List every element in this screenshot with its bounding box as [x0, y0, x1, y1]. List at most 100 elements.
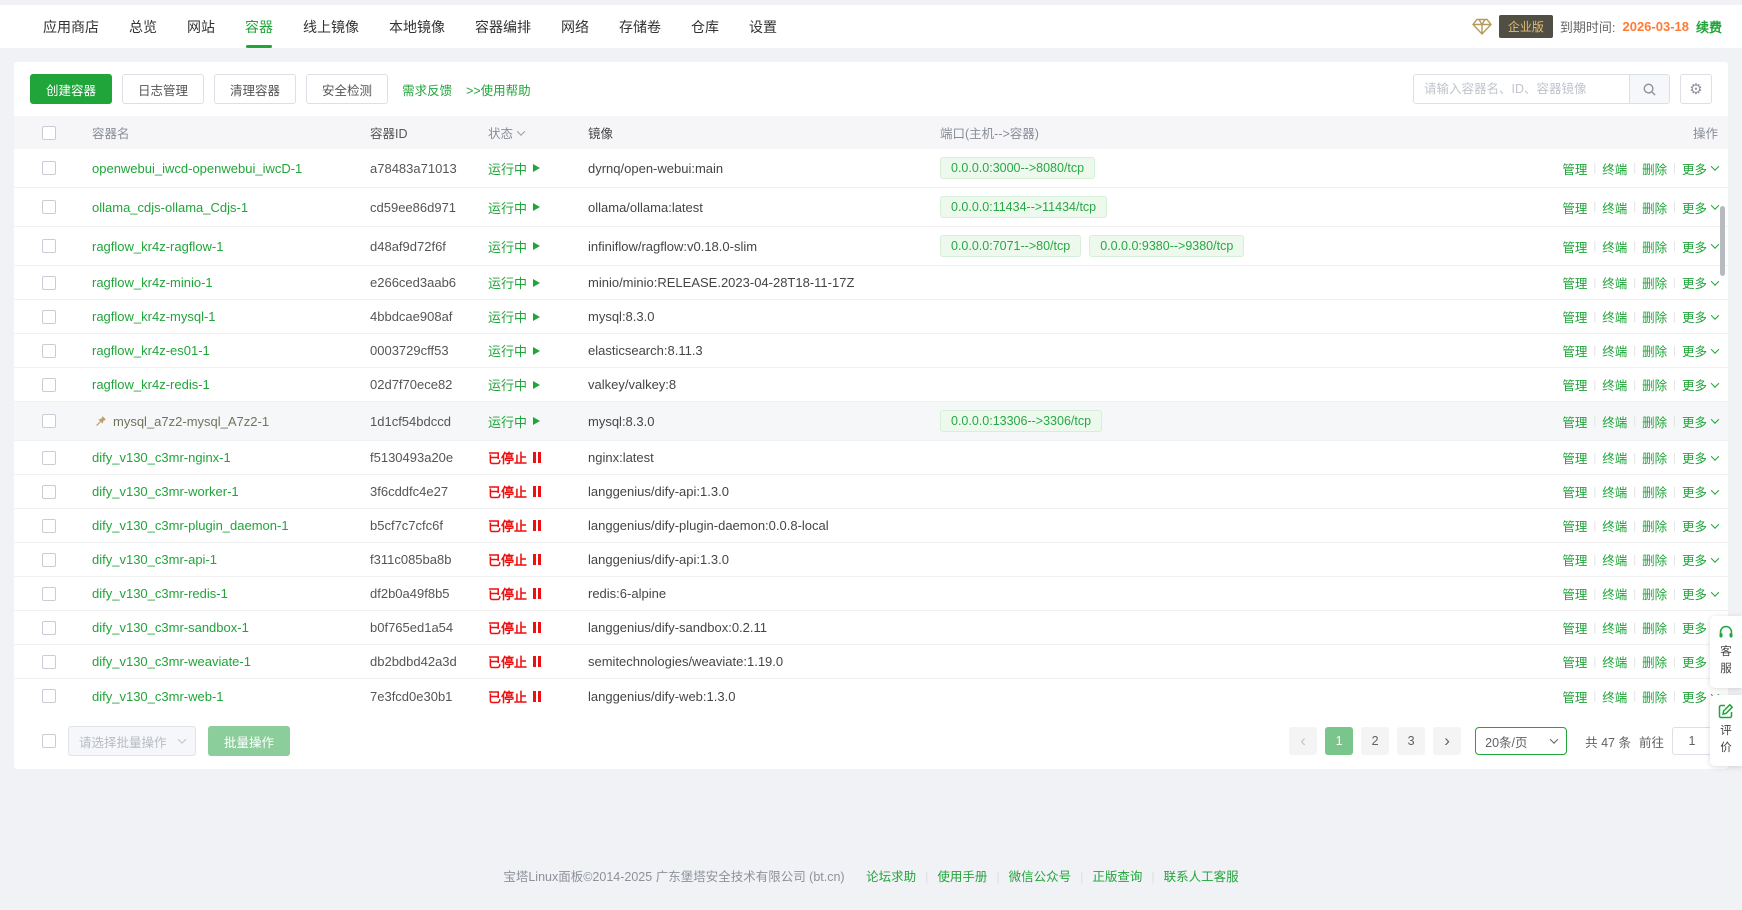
- search-button[interactable]: [1629, 75, 1669, 103]
- help-link[interactable]: >>使用帮助: [466, 80, 531, 99]
- container-name-link[interactable]: dify_v130_c3mr-plugin_daemon-1: [92, 518, 289, 533]
- action-more-link[interactable]: 更多: [1682, 448, 1718, 467]
- action-manage-link[interactable]: 管理: [1562, 482, 1587, 501]
- container-name-link[interactable]: ragflow_kr4z-es01-1: [92, 343, 210, 358]
- action-manage-link[interactable]: 管理: [1562, 448, 1587, 467]
- action-more-link[interactable]: 更多: [1682, 412, 1718, 431]
- action-delete-link[interactable]: 删除: [1642, 618, 1667, 637]
- nav-item-10[interactable]: 仓库: [676, 5, 734, 48]
- action-delete-link[interactable]: 删除: [1642, 687, 1667, 706]
- batch-select-all-checkbox[interactable]: [42, 734, 56, 748]
- action-terminal-link[interactable]: 终端: [1602, 198, 1627, 217]
- page-button-3[interactable]: 3: [1397, 727, 1425, 755]
- container-name-link[interactable]: ragflow_kr4z-minio-1: [92, 275, 213, 290]
- action-manage-link[interactable]: 管理: [1562, 652, 1587, 671]
- action-delete-link[interactable]: 删除: [1642, 516, 1667, 535]
- container-name-link[interactable]: dify_v130_c3mr-redis-1: [92, 586, 228, 601]
- action-delete-link[interactable]: 删除: [1642, 159, 1667, 178]
- nav-item-7[interactable]: 容器编排: [460, 5, 546, 48]
- row-checkbox[interactable]: [42, 689, 56, 703]
- action-manage-link[interactable]: 管理: [1562, 516, 1587, 535]
- nav-item-4[interactable]: 容器: [230, 5, 288, 48]
- table-settings-button[interactable]: ⚙: [1680, 74, 1712, 104]
- page-button-1[interactable]: 1: [1325, 727, 1353, 755]
- row-checkbox[interactable]: [42, 310, 56, 324]
- action-terminal-link[interactable]: 终端: [1602, 159, 1627, 178]
- action-terminal-link[interactable]: 终端: [1602, 482, 1627, 501]
- action-terminal-link[interactable]: 终端: [1602, 412, 1627, 431]
- action-manage-link[interactable]: 管理: [1562, 273, 1587, 292]
- action-delete-link[interactable]: 删除: [1642, 448, 1667, 467]
- row-checkbox[interactable]: [42, 378, 56, 392]
- action-delete-link[interactable]: 删除: [1642, 412, 1667, 431]
- action-more-link[interactable]: 更多: [1682, 482, 1718, 501]
- row-checkbox[interactable]: [42, 200, 56, 214]
- batch-action-select[interactable]: 请选择批量操作: [68, 726, 196, 756]
- nav-item-1[interactable]: 应用商店: [28, 5, 114, 48]
- action-manage-link[interactable]: 管理: [1562, 687, 1587, 706]
- create-container-button[interactable]: 创建容器: [30, 74, 112, 104]
- action-more-link[interactable]: 更多: [1682, 198, 1718, 217]
- container-name-link[interactable]: ollama_cdjs-ollama_Cdjs-1: [92, 200, 248, 215]
- action-manage-link[interactable]: 管理: [1562, 307, 1587, 326]
- action-delete-link[interactable]: 删除: [1642, 550, 1667, 569]
- action-manage-link[interactable]: 管理: [1562, 341, 1587, 360]
- select-all-checkbox[interactable]: [42, 126, 56, 140]
- footer-link-2[interactable]: 使用手册: [937, 870, 987, 884]
- table-scrollbar-thumb[interactable]: [1720, 206, 1725, 276]
- action-terminal-link[interactable]: 终端: [1602, 448, 1627, 467]
- footer-link-5[interactable]: 联系人工客服: [1164, 870, 1239, 884]
- footer-link-1[interactable]: 论坛求助: [866, 870, 916, 884]
- action-terminal-link[interactable]: 终端: [1602, 341, 1627, 360]
- action-delete-link[interactable]: 删除: [1642, 273, 1667, 292]
- action-terminal-link[interactable]: 终端: [1602, 550, 1627, 569]
- action-terminal-link[interactable]: 终端: [1602, 307, 1627, 326]
- container-name-link[interactable]: mysql_a7z2-mysql_A7z2-1: [113, 414, 269, 429]
- header-status-filter[interactable]: 状态: [488, 123, 588, 142]
- action-terminal-link[interactable]: 终端: [1602, 273, 1627, 292]
- action-terminal-link[interactable]: 终端: [1602, 687, 1627, 706]
- action-manage-link[interactable]: 管理: [1562, 412, 1587, 431]
- nav-item-3[interactable]: 网站: [172, 5, 230, 48]
- action-delete-link[interactable]: 删除: [1642, 584, 1667, 603]
- action-manage-link[interactable]: 管理: [1562, 550, 1587, 569]
- action-more-link[interactable]: 更多: [1682, 341, 1718, 360]
- container-name-link[interactable]: dify_v130_c3mr-web-1: [92, 689, 224, 704]
- action-delete-link[interactable]: 删除: [1642, 375, 1667, 394]
- action-manage-link[interactable]: 管理: [1562, 584, 1587, 603]
- row-checkbox[interactable]: [42, 451, 56, 465]
- nav-item-2[interactable]: 总览: [114, 5, 172, 48]
- next-page-button[interactable]: ›: [1433, 727, 1461, 755]
- log-manage-button[interactable]: 日志管理: [122, 74, 204, 104]
- action-manage-link[interactable]: 管理: [1562, 618, 1587, 637]
- action-terminal-link[interactable]: 终端: [1602, 652, 1627, 671]
- nav-item-11[interactable]: 设置: [734, 5, 792, 48]
- action-manage-link[interactable]: 管理: [1562, 159, 1587, 178]
- action-more-link[interactable]: 更多: [1682, 516, 1718, 535]
- nav-item-6[interactable]: 本地镜像: [374, 5, 460, 48]
- action-terminal-link[interactable]: 终端: [1602, 618, 1627, 637]
- security-check-button[interactable]: 安全检测: [306, 74, 388, 104]
- row-checkbox[interactable]: [42, 276, 56, 290]
- action-more-link[interactable]: 更多: [1682, 159, 1718, 178]
- action-terminal-link[interactable]: 终端: [1602, 237, 1627, 256]
- page-size-select[interactable]: 20条/页: [1475, 727, 1567, 755]
- row-checkbox[interactable]: [42, 553, 56, 567]
- goto-page-input[interactable]: [1672, 727, 1712, 755]
- nav-item-5[interactable]: 线上镜像: [288, 5, 374, 48]
- action-more-link[interactable]: 更多: [1682, 307, 1718, 326]
- action-terminal-link[interactable]: 终端: [1602, 516, 1627, 535]
- container-name-link[interactable]: ragflow_kr4z-ragflow-1: [92, 239, 224, 254]
- action-manage-link[interactable]: 管理: [1562, 237, 1587, 256]
- action-delete-link[interactable]: 删除: [1642, 482, 1667, 501]
- action-terminal-link[interactable]: 终端: [1602, 375, 1627, 394]
- customer-service-button[interactable]: 客服: [1710, 616, 1742, 688]
- action-delete-link[interactable]: 删除: [1642, 198, 1667, 217]
- action-delete-link[interactable]: 删除: [1642, 652, 1667, 671]
- action-delete-link[interactable]: 删除: [1642, 237, 1667, 256]
- container-name-link[interactable]: dify_v130_c3mr-weaviate-1: [92, 654, 251, 669]
- action-terminal-link[interactable]: 终端: [1602, 584, 1627, 603]
- action-manage-link[interactable]: 管理: [1562, 198, 1587, 217]
- action-delete-link[interactable]: 删除: [1642, 307, 1667, 326]
- row-checkbox[interactable]: [42, 344, 56, 358]
